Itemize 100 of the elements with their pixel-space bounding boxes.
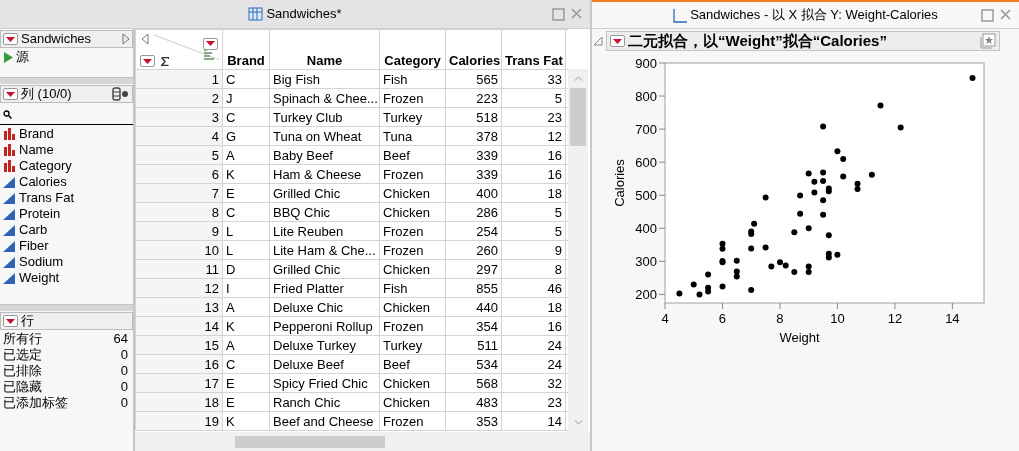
- table-cell: J: [222, 88, 270, 108]
- table-cell: 46: [501, 278, 566, 298]
- table-cell: 260: [445, 240, 502, 260]
- table-cell: Frozen: [379, 221, 446, 241]
- table-cell: L: [222, 221, 270, 241]
- table-cell: Tuna on Wheat: [269, 126, 380, 146]
- table-cell: C: [222, 354, 270, 374]
- table-cell: Fish: [379, 69, 446, 89]
- table-cell: 16: [501, 164, 566, 184]
- table-cell: Ham & Cheese: [269, 164, 380, 184]
- table-cell: Spicy Fried Chic: [269, 373, 380, 393]
- table-cell: Beef: [379, 145, 446, 165]
- axis-tick-label: 600: [635, 155, 657, 171]
- table-cell: 400: [445, 183, 502, 203]
- axis-tick-label: 300: [635, 254, 657, 270]
- table-cell: Frozen: [379, 411, 446, 431]
- table-cell: Deluxe Chic: [269, 297, 380, 317]
- table-cell: 16: [501, 145, 566, 165]
- table-cell: E: [222, 183, 270, 203]
- table-cell: E: [222, 392, 270, 412]
- table-cell: 223: [445, 88, 502, 108]
- table-cell: Chicken: [379, 373, 446, 393]
- axis-title: Calories: [612, 159, 627, 207]
- table-cell: Spinach & Chee...: [269, 88, 380, 108]
- table-cell: Tuna: [379, 126, 446, 146]
- table-cell: Pepperoni Rollup: [269, 316, 380, 336]
- table-cell: 23: [501, 392, 566, 412]
- table-cell: Lite Ham & Che...: [269, 240, 380, 260]
- table-cell: 483: [445, 392, 502, 412]
- axis-tick-label: 4: [661, 311, 669, 326]
- table-cell: A: [222, 297, 270, 317]
- table-cell: 565: [445, 69, 502, 89]
- table-cell: 18: [501, 297, 566, 317]
- table-cell: L: [222, 240, 270, 260]
- table-cell: 33: [501, 69, 566, 89]
- row-stat-value: 0: [120, 347, 128, 363]
- table-cell: 339: [445, 164, 502, 184]
- row-stat-label: 已选定: [3, 347, 43, 363]
- row-stat-value: 0: [120, 395, 128, 411]
- axis-tick-label: 500: [635, 188, 657, 204]
- table-cell: 297: [445, 259, 502, 279]
- row-stat-value: 64: [113, 331, 128, 347]
- axis-tick-label: 8: [776, 311, 784, 326]
- table-cell: Beef and Cheese: [269, 411, 380, 431]
- table-cell: Chicken: [379, 392, 446, 412]
- axis-tick-label: 700: [635, 122, 657, 138]
- table-cell: BBQ Chic: [269, 202, 380, 222]
- table-cell: A: [222, 335, 270, 355]
- table-cell: Deluxe Beef: [269, 354, 380, 374]
- table-cell: Chicken: [379, 297, 446, 317]
- row-stat-label: 所有行: [3, 331, 43, 347]
- table-cell: C: [222, 202, 270, 222]
- table-cell: C: [222, 107, 270, 127]
- table-cell: 5: [501, 221, 566, 241]
- table-cell: C: [222, 69, 270, 89]
- table-cell: 378: [445, 126, 502, 146]
- table-cell: 14: [501, 411, 566, 431]
- row-stat-label: 已隐藏: [3, 379, 43, 395]
- table-cell: Turkey Club: [269, 107, 380, 127]
- table-cell: 32: [501, 373, 566, 393]
- axis-tick-label: 200: [635, 287, 657, 303]
- axis-tick-label: 400: [635, 221, 657, 237]
- table-cell: I: [222, 278, 270, 298]
- row-stat-value: 0: [120, 363, 128, 379]
- table-cell: Grilled Chic: [269, 259, 380, 279]
- axis-tick-label: 10: [830, 311, 845, 326]
- table-cell: 24: [501, 335, 566, 355]
- axis-tick-label: 800: [635, 89, 657, 105]
- table-cell: 855: [445, 278, 502, 298]
- table-cell: Grilled Chic: [269, 183, 380, 203]
- table-cell: Ranch Chic: [269, 392, 380, 412]
- table-cell: 353: [445, 411, 502, 431]
- table-cell: 18: [501, 183, 566, 203]
- table-cell: G: [222, 126, 270, 146]
- table-cell: Deluxe Turkey: [269, 335, 380, 355]
- table-cell: 286: [445, 202, 502, 222]
- table-cell: Frozen: [379, 240, 446, 260]
- table-cell: Beef: [379, 354, 446, 374]
- table-cell: 8: [501, 259, 566, 279]
- window-title: Sandwiches - 以 X 拟合 Y: Weight-Calories: [690, 6, 938, 25]
- axis-title: Weight: [779, 330, 820, 345]
- table-cell: Frozen: [379, 164, 446, 184]
- table-cell: Fish: [379, 278, 446, 298]
- axis-tick-label: 900: [635, 56, 657, 71]
- table-cell: 254: [445, 221, 502, 241]
- table-cell: 511: [445, 335, 502, 355]
- table-cell: 24: [501, 354, 566, 374]
- table-cell: 23: [501, 107, 566, 127]
- row-stat-value: 0: [120, 379, 128, 395]
- axis-tick-label: 6: [718, 311, 727, 326]
- table-cell: Chicken: [379, 183, 446, 203]
- table-cell: 440: [445, 297, 502, 317]
- table-cell: Baby Beef: [269, 145, 380, 165]
- table-cell: 5: [501, 202, 566, 222]
- table-cell: 12: [501, 126, 566, 146]
- table-cell: K: [222, 411, 270, 431]
- axis-tick-label: 14: [945, 311, 960, 326]
- table-cell: 354: [445, 316, 502, 336]
- row-stat-label: 已添加标签: [3, 395, 69, 411]
- axis-tick-label: 12: [887, 311, 903, 326]
